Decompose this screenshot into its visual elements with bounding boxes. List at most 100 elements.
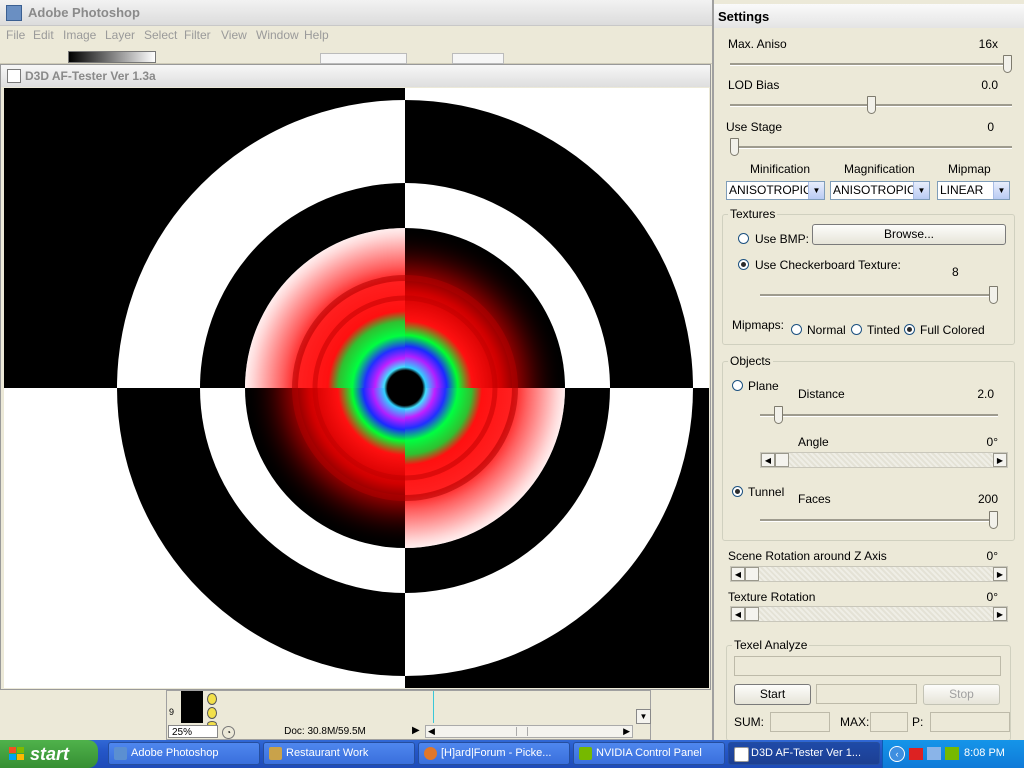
- taskbar-item-photoshop[interactable]: Adobe Photoshop: [108, 742, 260, 765]
- checkerboard-size-value: 8: [952, 265, 959, 279]
- scroll-right-icon[interactable]: ▶: [993, 453, 1007, 467]
- status-arrow-icon[interactable]: ▶: [412, 725, 420, 736]
- scroll-right-icon[interactable]: ▶: [623, 726, 630, 737]
- distance-label: Distance: [798, 387, 845, 401]
- menu-filter[interactable]: Filter: [184, 28, 211, 42]
- mipmaps-normal-radio[interactable]: [791, 324, 802, 335]
- af-tester-window: D3D AF-Tester Ver 1.3a: [0, 64, 711, 690]
- texel-max-field: [870, 712, 908, 732]
- angle-scroll-thumb[interactable]: [775, 453, 789, 467]
- network-icon[interactable]: [927, 747, 941, 760]
- af-tester-titlebar[interactable]: D3D AF-Tester Ver 1.3a: [1, 65, 710, 87]
- layer-visibility-icon[interactable]: [207, 707, 217, 719]
- magnification-select[interactable]: ANISOTROPIC ▼: [830, 181, 930, 200]
- checkerboard-slider[interactable]: [989, 286, 998, 304]
- use-bmp-radio[interactable]: [738, 233, 749, 244]
- object-plane-radio[interactable]: [732, 380, 743, 391]
- mipmaps-full-colored-radio[interactable]: [904, 324, 915, 335]
- scroll-right-icon[interactable]: ▶: [993, 607, 1007, 621]
- windows-logo-icon: [9, 747, 24, 760]
- taskbar-item-restaurant-work[interactable]: Restaurant Work: [263, 742, 415, 765]
- options-field[interactable]: [320, 53, 407, 64]
- menu-file[interactable]: File: [6, 28, 25, 42]
- menu-view[interactable]: View: [221, 28, 247, 42]
- scene-rotation-label: Scene Rotation around Z Axis: [728, 549, 887, 563]
- browse-button[interactable]: Browse...: [812, 224, 1006, 245]
- menu-edit[interactable]: Edit: [33, 28, 54, 42]
- options-field-2[interactable]: [452, 53, 504, 64]
- taskbar-item-label: NVIDIA Control Panel: [596, 747, 702, 759]
- canvas-horizontal-scrollbar[interactable]: ◀ ▶: [425, 725, 633, 738]
- folder-icon: [269, 747, 282, 760]
- layer-visibility-icon[interactable]: [207, 693, 217, 705]
- scroll-left-icon[interactable]: ◀: [731, 567, 745, 581]
- menu-layer[interactable]: Layer: [105, 28, 135, 42]
- texel-analyze-output: [734, 656, 1001, 676]
- menu-window[interactable]: Window: [256, 28, 299, 42]
- start-button[interactable]: start: [0, 740, 98, 768]
- texture-rotation-scrollbar[interactable]: ◀ ▶: [730, 606, 1008, 622]
- tray-expand-icon[interactable]: ‹: [889, 746, 905, 762]
- texel-p-label: P:: [912, 715, 924, 729]
- menu-help[interactable]: Help: [304, 28, 329, 42]
- texture-rotation-scroll-thumb[interactable]: [745, 607, 759, 621]
- scroll-right-icon[interactable]: ▶: [993, 567, 1007, 581]
- mipmap-select[interactable]: LINEAR ▼: [937, 181, 1010, 200]
- taskbar-item-nvidia[interactable]: NVIDIA Control Panel: [573, 742, 725, 765]
- scroll-thumb-grip[interactable]: [516, 727, 528, 736]
- texel-start-button[interactable]: Start: [734, 684, 811, 705]
- max-aniso-slider[interactable]: [1003, 55, 1012, 73]
- texture-rotation-label: Texture Rotation: [728, 590, 816, 604]
- menu-image[interactable]: Image: [63, 28, 96, 42]
- settings-titlebar[interactable]: Settings: [714, 4, 1024, 28]
- mipmaps-label: Mipmaps:: [732, 318, 785, 332]
- use-stage-slider[interactable]: [730, 138, 739, 156]
- photoshop-titlebar[interactable]: Adobe Photoshop: [0, 0, 712, 26]
- tunnel-render: [4, 88, 709, 688]
- tray-app-icon[interactable]: [909, 748, 923, 760]
- render-viewport[interactable]: [4, 88, 709, 688]
- texel-progress-field: [816, 684, 917, 704]
- settings-title: Settings: [718, 9, 770, 24]
- faces-slider[interactable]: [989, 511, 998, 529]
- faces-label: Faces: [798, 492, 831, 506]
- texel-max-label: MAX:: [840, 715, 870, 729]
- textures-group-title: Textures: [728, 207, 778, 221]
- distance-track: [760, 414, 998, 417]
- scroll-down-icon[interactable]: ▼: [636, 709, 651, 724]
- max-aniso-track: [730, 63, 1012, 66]
- mipmaps-full-colored-label: Full Colored: [920, 323, 985, 337]
- scene-rotation-scroll-thumb[interactable]: [745, 567, 759, 581]
- angle-scrollbar[interactable]: ◀ ▶: [760, 452, 1008, 468]
- magnification-value: ANISOTROPIC: [833, 183, 916, 197]
- texel-stop-button[interactable]: Stop: [923, 684, 1000, 705]
- mipmaps-tinted-radio[interactable]: [851, 324, 862, 335]
- minification-select[interactable]: ANISOTROPIC ▼: [726, 181, 825, 200]
- scroll-left-icon[interactable]: ◀: [428, 726, 435, 737]
- zoom-level-field[interactable]: 25%: [168, 725, 218, 738]
- chevron-down-icon[interactable]: ▼: [913, 182, 929, 199]
- window-icon: [734, 747, 749, 762]
- chevron-down-icon[interactable]: ▼: [808, 182, 824, 199]
- menu-select[interactable]: Select: [144, 28, 177, 42]
- chevron-down-icon[interactable]: ▼: [993, 182, 1009, 199]
- taskbar-item-af-tester[interactable]: D3D AF-Tester Ver 1...: [728, 742, 880, 765]
- taskbar-item-label: Restaurant Work: [286, 747, 369, 759]
- lod-bias-slider[interactable]: [866, 96, 876, 114]
- use-checkerboard-radio[interactable]: [738, 259, 749, 270]
- distance-slider[interactable]: [773, 406, 783, 424]
- status-menu-icon[interactable]: ◔: [222, 726, 235, 739]
- texel-analyze-title: Texel Analyze: [732, 638, 810, 652]
- max-aniso-label: Max. Aniso: [728, 37, 787, 51]
- nvidia-tray-icon[interactable]: [945, 747, 959, 760]
- max-aniso-value: 16x: [978, 37, 998, 51]
- object-tunnel-radio[interactable]: [732, 486, 743, 497]
- use-checkerboard-label: Use Checkerboard Texture:: [755, 258, 901, 272]
- scene-rotation-scrollbar[interactable]: ◀ ▶: [730, 566, 1008, 582]
- scroll-left-icon[interactable]: ◀: [731, 607, 745, 621]
- gradient-swatch[interactable]: [68, 51, 156, 63]
- taskbar-item-forum[interactable]: [H]ard|Forum - Picke...: [418, 742, 570, 765]
- guide-line: [433, 691, 434, 723]
- minification-label: Minification: [750, 162, 811, 176]
- scroll-left-icon[interactable]: ◀: [761, 453, 775, 467]
